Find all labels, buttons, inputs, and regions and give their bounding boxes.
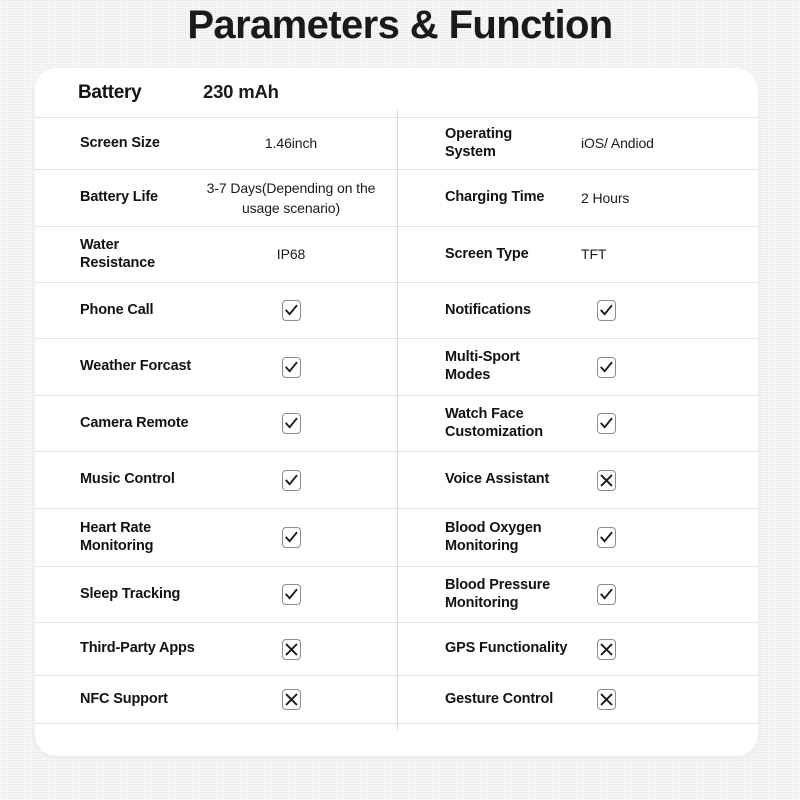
cell-label-blood-oxygen-monitoring: Blood Oxygen Monitoring	[445, 519, 542, 554]
table-cell-multi-sport-modes: Multi-Sport Modes	[397, 339, 758, 395]
table-cell-phone-call: Phone Call	[35, 283, 397, 338]
cell-label-gesture-control: Gesture Control	[445, 690, 554, 707]
cell-value-nfc-support	[203, 689, 379, 710]
cell-label-multi-sport-modes: Multi-Sport Modes	[445, 349, 520, 383]
specification-card: Battery 230 mAh Screen Size 1.46inch Opera…	[35, 68, 758, 756]
cell-label-watch-face-customization: Watch Face Customization	[445, 405, 543, 440]
cell-value-screen-size: 1.46inch	[264, 135, 318, 152]
cell-label-blood-pressure-monitoring: Blood Pressure Monitoring	[445, 576, 551, 611]
checkbox-checked-icon	[281, 584, 301, 605]
table-cell-gps-functionality: GPS Functionality	[397, 623, 758, 675]
table-cell-battery-life: Battery Life 3-7 Days(Depending on the us…	[35, 170, 397, 226]
cell-label-notifications: Notifications	[445, 301, 531, 318]
cell-value-multi-sport-modes	[569, 356, 739, 378]
checkbox-checked-icon	[281, 527, 301, 548]
cell-label-charging-time: Charging Time	[445, 189, 545, 206]
cell-label-water-resistance: Water Resistance	[80, 236, 156, 271]
cell-value-water-resistance: IP68	[276, 246, 306, 263]
table-cell-operating-system: Operating System iOS/ Andiod	[397, 118, 758, 169]
checkbox-checked-icon	[281, 300, 301, 321]
table-cell-charging-time: Charging Time 2 Hours	[397, 170, 758, 226]
table-cell-screen-size: Screen Size 1.46inch	[35, 118, 397, 169]
checkbox-checked-icon	[281, 356, 301, 378]
checkbox-crossed-icon	[281, 689, 301, 710]
battery-row-right-empty	[397, 68, 758, 117]
cell-value-screen-type: TFT	[581, 246, 607, 263]
cell-label-battery-life: Battery Life	[80, 189, 158, 206]
table-cell-weather-forcast: Weather Forcast	[35, 339, 397, 395]
cell-label-gps-functionality: GPS Functionality	[445, 640, 568, 657]
checkbox-checked-icon	[281, 413, 301, 434]
cell-value-blood-pressure-monitoring	[569, 584, 739, 605]
cell-label-camera-remote: Camera Remote	[80, 414, 189, 431]
cell-value-gps-functionality	[569, 638, 739, 660]
table-cell-nfc-support: NFC Support	[35, 676, 397, 723]
cell-label-sleep-tracking: Sleep Tracking	[80, 585, 181, 602]
checkbox-crossed-icon	[597, 689, 616, 710]
checkbox-checked-icon	[597, 527, 616, 548]
table-cell-voice-assistant: Voice Assistant	[397, 452, 758, 508]
page-title: Parameters & Function	[187, 3, 613, 47]
cell-value-camera-remote	[203, 413, 379, 434]
column-divider	[397, 110, 398, 730]
cell-value-blood-oxygen-monitoring	[569, 527, 739, 548]
cell-value-gesture-control	[569, 689, 739, 710]
table-cell-camera-remote: Camera Remote	[35, 396, 397, 451]
cell-label-phone-call: Phone Call	[80, 301, 154, 318]
cell-value-battery-life: 3-7 Days(Depending on the usage scenario…	[206, 179, 376, 216]
table-cell-screen-type: Screen Type TFT	[397, 227, 758, 282]
table-cell-notifications: Notifications	[397, 283, 758, 338]
checkbox-checked-icon	[281, 469, 301, 491]
cell-value-operating-system: iOS/ Andiod	[581, 135, 654, 152]
cell-value-third-party-apps	[203, 638, 379, 660]
battery-label: Battery	[78, 81, 142, 103]
checkbox-checked-icon	[597, 584, 616, 605]
cell-value-sleep-tracking	[203, 584, 379, 605]
cell-label-heart-rate-monitoring: Heart Rate Monitoring	[80, 519, 154, 554]
cell-label-music-control: Music Control	[80, 471, 175, 488]
cell-value-notifications	[569, 300, 739, 321]
cell-value-watch-face-customization	[569, 413, 739, 434]
cell-label-voice-assistant: Voice Assistant	[445, 471, 550, 488]
table-cell-blood-pressure-monitoring: Blood Pressure Monitoring	[397, 567, 758, 622]
checkbox-checked-icon	[597, 413, 616, 434]
cell-value-charging-time: 2 Hours	[581, 189, 630, 206]
cell-label-screen-size: Screen Size	[80, 134, 160, 151]
table-cell-sleep-tracking: Sleep Tracking	[35, 567, 397, 622]
cell-value-heart-rate-monitoring	[203, 527, 379, 548]
checkbox-checked-icon	[597, 300, 616, 321]
table-cell-water-resistance: Water Resistance IP68	[35, 227, 397, 282]
table-cell-music-control: Music Control	[35, 452, 397, 508]
cell-label-nfc-support: NFC Support	[80, 690, 168, 707]
cell-label-weather-forcast: Weather Forcast	[80, 358, 192, 375]
cell-value-phone-call	[203, 300, 379, 321]
cell-label-operating-system: Operating System	[445, 125, 513, 160]
table-cell-gesture-control: Gesture Control	[397, 676, 758, 723]
checkbox-crossed-icon	[281, 638, 301, 660]
cell-value-music-control	[203, 469, 379, 491]
checkbox-crossed-icon	[597, 638, 616, 660]
table-cell-third-party-apps: Third-Party Apps	[35, 623, 397, 675]
cell-label-screen-type: Screen Type	[445, 245, 529, 262]
checkbox-crossed-icon	[597, 469, 616, 491]
battery-cell: Battery 230 mAh	[35, 68, 397, 117]
cell-value-weather-forcast	[203, 356, 379, 378]
cell-value-voice-assistant	[569, 469, 739, 491]
checkbox-checked-icon	[597, 356, 616, 378]
cell-label-third-party-apps: Third-Party Apps	[80, 640, 195, 657]
table-cell-blood-oxygen-monitoring: Blood Oxygen Monitoring	[397, 509, 758, 566]
table-cell-watch-face-customization: Watch Face Customization	[397, 396, 758, 451]
table-cell-heart-rate-monitoring: Heart Rate Monitoring	[35, 509, 397, 566]
battery-value: 230 mAh	[203, 81, 279, 103]
